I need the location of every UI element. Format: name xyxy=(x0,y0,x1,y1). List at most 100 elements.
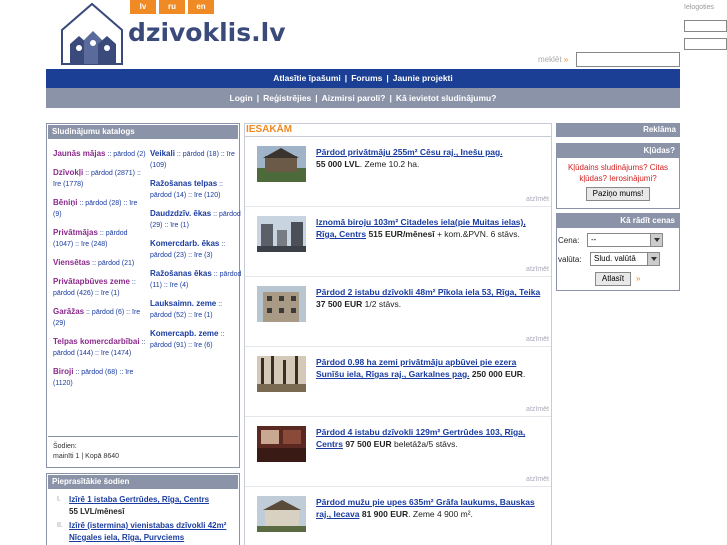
catalog-item[interactable]: Dzīvokļi :: pārdod (2871) :: īre (1778) xyxy=(53,167,147,190)
catalog-item-name[interactable]: Veikali xyxy=(150,149,175,158)
listing-title-link[interactable]: Pārdod privātmāju 255m² Cēsu raj., Inešu… xyxy=(316,147,503,157)
catalog-item[interactable]: Ražošanas ēkas :: pārdod (11) :: īre (4) xyxy=(150,268,244,291)
mark-link[interactable]: atzīmēt xyxy=(526,266,549,273)
catalog-item-name[interactable]: Privātapbūves zeme xyxy=(53,277,130,286)
search-label: meklēt » xyxy=(538,55,568,64)
listing-title-link[interactable]: Pārdod 2 istabu dzīvokli 48m² Pīkola iel… xyxy=(316,287,540,297)
main-nav: Atlasītie īpašumi | Forums | Jaunie projekti xyxy=(46,69,680,88)
listing-item: Pārdod 4 istabu dzīvokli 129m² Gertrūdes… xyxy=(245,417,551,487)
nav-forums[interactable]: Forums xyxy=(347,73,386,83)
catalog-item-detail[interactable]: :: pārdod (2) xyxy=(107,151,145,158)
catalog-box: Sludinājumu katalogs Jaunās mājas :: pār… xyxy=(46,123,241,468)
catalog-item-name[interactable]: Jaunās mājas xyxy=(53,149,105,158)
popular-box: Pieprasītākie šodien I. Izīrē 1 istaba G… xyxy=(46,473,240,545)
catalog-item-name[interactable]: Lauksaimn. zeme xyxy=(150,299,216,308)
catalog-right-column: Veikali :: pārdod (18) :: īre (109) Ražo… xyxy=(150,148,244,358)
mark-link[interactable]: atzīmēt xyxy=(526,476,549,483)
recommend-list: Pārdod privātmāju 255m² Cēsu raj., Inešu… xyxy=(244,137,552,545)
nav-forgot-password[interactable]: Aizmirsi paroli? xyxy=(318,93,390,103)
catalog-item[interactable]: Viensētas :: pārdod (21) xyxy=(53,257,147,269)
ads-title: Reklāma xyxy=(556,123,680,137)
catalog-item-name[interactable]: Viensētas xyxy=(53,258,90,267)
catalog-item-name[interactable]: Privātmājas xyxy=(53,228,98,237)
listing-details: + kom.&PVN. 6 stāvs. xyxy=(434,229,520,239)
listing-price: 37 500 EUR xyxy=(316,299,363,309)
errors-title: Kļūdas? xyxy=(557,144,679,158)
errors-text: Kļūdains sludinājums? Citas kļūdas? Iero… xyxy=(567,163,669,183)
popular-item[interactable]: II. Izīrē (istermina) vienistabas dzīvok… xyxy=(57,520,239,544)
lang-lv-button[interactable]: lv xyxy=(130,0,156,14)
listing-photo[interactable] xyxy=(257,426,306,462)
price-select[interactable]: -- xyxy=(587,233,663,247)
lang-en-button[interactable]: en xyxy=(188,0,214,14)
catalog-item[interactable]: Komercapb. zeme :: pārdod (91) :: īre (6… xyxy=(150,328,244,351)
popular-item-price: 55 LVL/mēnesī xyxy=(69,507,125,516)
listing-photo[interactable] xyxy=(257,286,306,322)
catalog-item-name[interactable]: Garāžas xyxy=(53,307,84,316)
dropdown-arrow-icon xyxy=(647,253,659,265)
catalog-item[interactable]: Lauksaimn. zeme :: pārdod (52) :: īre (1… xyxy=(150,298,244,321)
lang-ru-button[interactable]: ru xyxy=(159,0,185,14)
listing-text: Pārdod privātmāju 255m² Cēsu raj., Inešu… xyxy=(316,146,546,170)
listing-photo[interactable] xyxy=(257,146,306,182)
catalog-item[interactable]: Jaunās mājas :: pārdod (2) xyxy=(53,148,147,160)
catalog-item[interactable]: Komercdarb. ēkas :: pārdod (23) :: īre (… xyxy=(150,238,244,261)
catalog-item[interactable]: Privātapbūves zeme :: pārdod (426) :: īr… xyxy=(53,276,147,299)
search-input[interactable] xyxy=(576,52,680,67)
catalog-item-name[interactable]: Dzīvokļi xyxy=(53,168,83,177)
dropdown-arrow-icon xyxy=(650,234,662,246)
catalog-item-name[interactable]: Bēniņi xyxy=(53,198,77,207)
catalog-left-column: Jaunās mājas :: pārdod (2) Dzīvokļi :: p… xyxy=(53,148,147,396)
catalog-item-name[interactable]: Telpas komercdarbībai xyxy=(53,337,140,346)
catalog-item-name[interactable]: Komercapb. zeme xyxy=(150,329,218,338)
listing-item: Pārdod 2 istabu dzīvokli 48m² Pīkola iel… xyxy=(245,277,551,347)
nav-new-projects[interactable]: Jaunie projekti xyxy=(389,73,457,83)
catalog-item-name[interactable]: Ražošanas ēkas xyxy=(150,269,212,278)
catalog-item[interactable]: Veikali :: pārdod (18) :: īre (109) xyxy=(150,148,244,171)
nav-register[interactable]: Reģistrējies xyxy=(259,93,315,103)
mark-link[interactable]: atzīmēt xyxy=(526,196,549,203)
catalog-item-name[interactable]: Daudzdzīv. ēkas xyxy=(150,209,211,218)
listing-details: . Zeme 4 900 m². xyxy=(408,509,473,519)
report-button[interactable]: Paziņo mums! xyxy=(586,187,650,201)
catalog-item[interactable]: Biroji :: pārdod (68) :: īre (1120) xyxy=(53,366,147,389)
listing-item: Pārdod 0.98 ha zemi privātmāju apbūvei p… xyxy=(245,347,551,417)
password-input[interactable] xyxy=(684,38,727,50)
price-title: Kā rādīt cenas xyxy=(557,214,679,228)
mark-link[interactable]: atzīmēt xyxy=(526,336,549,343)
search-label-text: meklēt xyxy=(538,55,562,64)
catalog-item[interactable]: Garāžas :: pārdod (6) :: īre (29) xyxy=(53,306,147,329)
catalog-item[interactable]: Bēniņi :: pārdod (28) :: īre (9) xyxy=(53,197,147,220)
catalog-item[interactable]: Daudzdzīv. ēkas :: pārdod (29) :: īre (1… xyxy=(150,208,244,231)
nav-how-to-post[interactable]: Kā ievietot sludinājumu? xyxy=(392,93,501,103)
popular-item-title[interactable]: Izīrē (istermina) vienistabas dzīvokli 4… xyxy=(69,521,226,542)
listing-text: Pārdod mužu pie upes 635m² Grāfa laukums… xyxy=(316,496,546,520)
listing-photo[interactable] xyxy=(257,496,306,532)
catalog-item[interactable]: Ražošanas telpas :: pārdod (14) :: īre (… xyxy=(150,178,244,201)
logo-text: dzivoklis.lv xyxy=(128,18,286,47)
nav-login[interactable]: Login xyxy=(226,93,257,103)
catalog-item[interactable]: Privātmājas :: pārdod (1047) :: īre (248… xyxy=(53,227,147,250)
listing-details: 1/2 stāvs. xyxy=(362,299,402,309)
popular-item-number: II. xyxy=(57,522,63,529)
listing-details: beletāža/5 stāvs. xyxy=(391,439,458,449)
catalog-item-name[interactable]: Biroji xyxy=(53,367,73,376)
listing-photo[interactable] xyxy=(257,356,306,392)
catalog-item-name[interactable]: Ražošanas telpas xyxy=(150,179,217,188)
listing-price: 55 000 LVL xyxy=(316,159,360,169)
popular-item-title[interactable]: Izīrē 1 istaba Gertrūdes, Rīga, Centrs xyxy=(69,495,209,504)
listing-item: Pārdod mužu pie upes 635m² Grāfa laukums… xyxy=(245,487,551,545)
listing-price: 250 000 EUR xyxy=(471,369,523,379)
mark-link[interactable]: atzīmēt xyxy=(526,406,549,413)
catalog-item-name[interactable]: Komercdarb. ēkas xyxy=(150,239,219,248)
currency-select[interactable]: Slud. valūtā xyxy=(590,252,660,266)
listing-details: . Zeme 10.2 ha. xyxy=(359,159,420,169)
catalog-item[interactable]: Telpas komercdarbībai :: pārdod (144) ::… xyxy=(53,336,147,359)
today-stats: Šodien: mainīti 1 | Kopā 8640 xyxy=(53,442,119,462)
nav-selected-properties[interactable]: Atlasītie īpašumi xyxy=(269,73,345,83)
filter-button[interactable]: Atlasīt xyxy=(595,272,631,286)
username-input[interactable] xyxy=(684,20,727,32)
catalog-item-detail[interactable]: :: pārdod (21) xyxy=(92,260,134,267)
popular-item[interactable]: I. Izīrē 1 istaba Gertrūdes, Rīga, Centr… xyxy=(57,494,239,518)
listing-photo[interactable] xyxy=(257,216,306,252)
